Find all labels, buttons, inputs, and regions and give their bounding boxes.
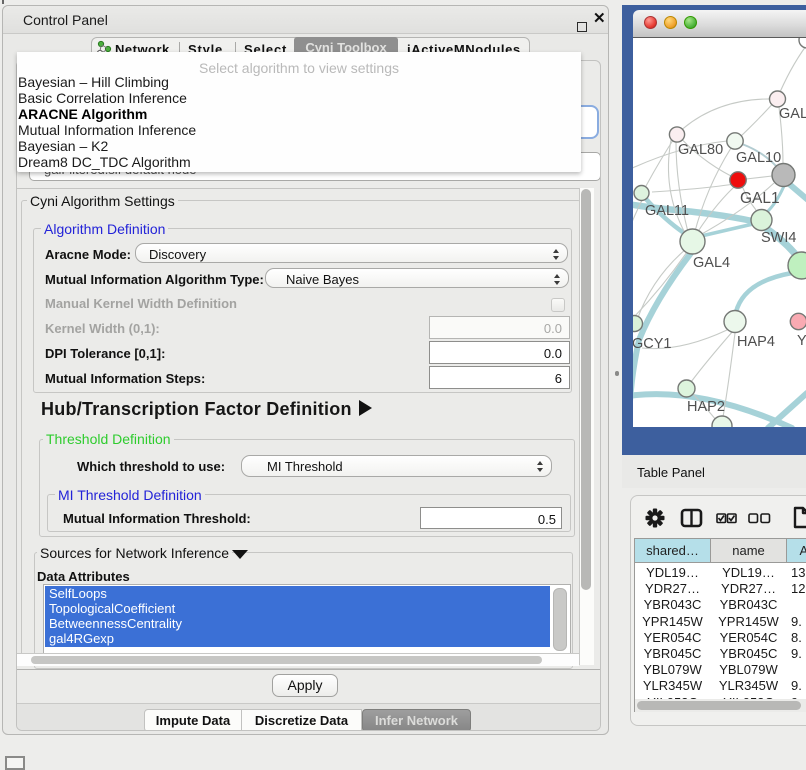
svg-text:GAL10: GAL10 (736, 150, 781, 166)
svg-text:GCY1: GCY1 (633, 336, 672, 352)
svg-text:HAP4: HAP4 (737, 334, 775, 350)
svg-text:YJR: YJR (797, 333, 806, 349)
svg-text:SWI4: SWI4 (761, 230, 796, 246)
svg-text:GAL7: GAL7 (779, 106, 806, 122)
svg-text:GAL80: GAL80 (678, 142, 723, 158)
svg-text:GAL1: GAL1 (740, 190, 780, 207)
svg-text:GAL4: GAL4 (693, 255, 730, 271)
svg-text:HAP2: HAP2 (687, 399, 725, 415)
svg-text:GAL11: GAL11 (645, 203, 689, 219)
